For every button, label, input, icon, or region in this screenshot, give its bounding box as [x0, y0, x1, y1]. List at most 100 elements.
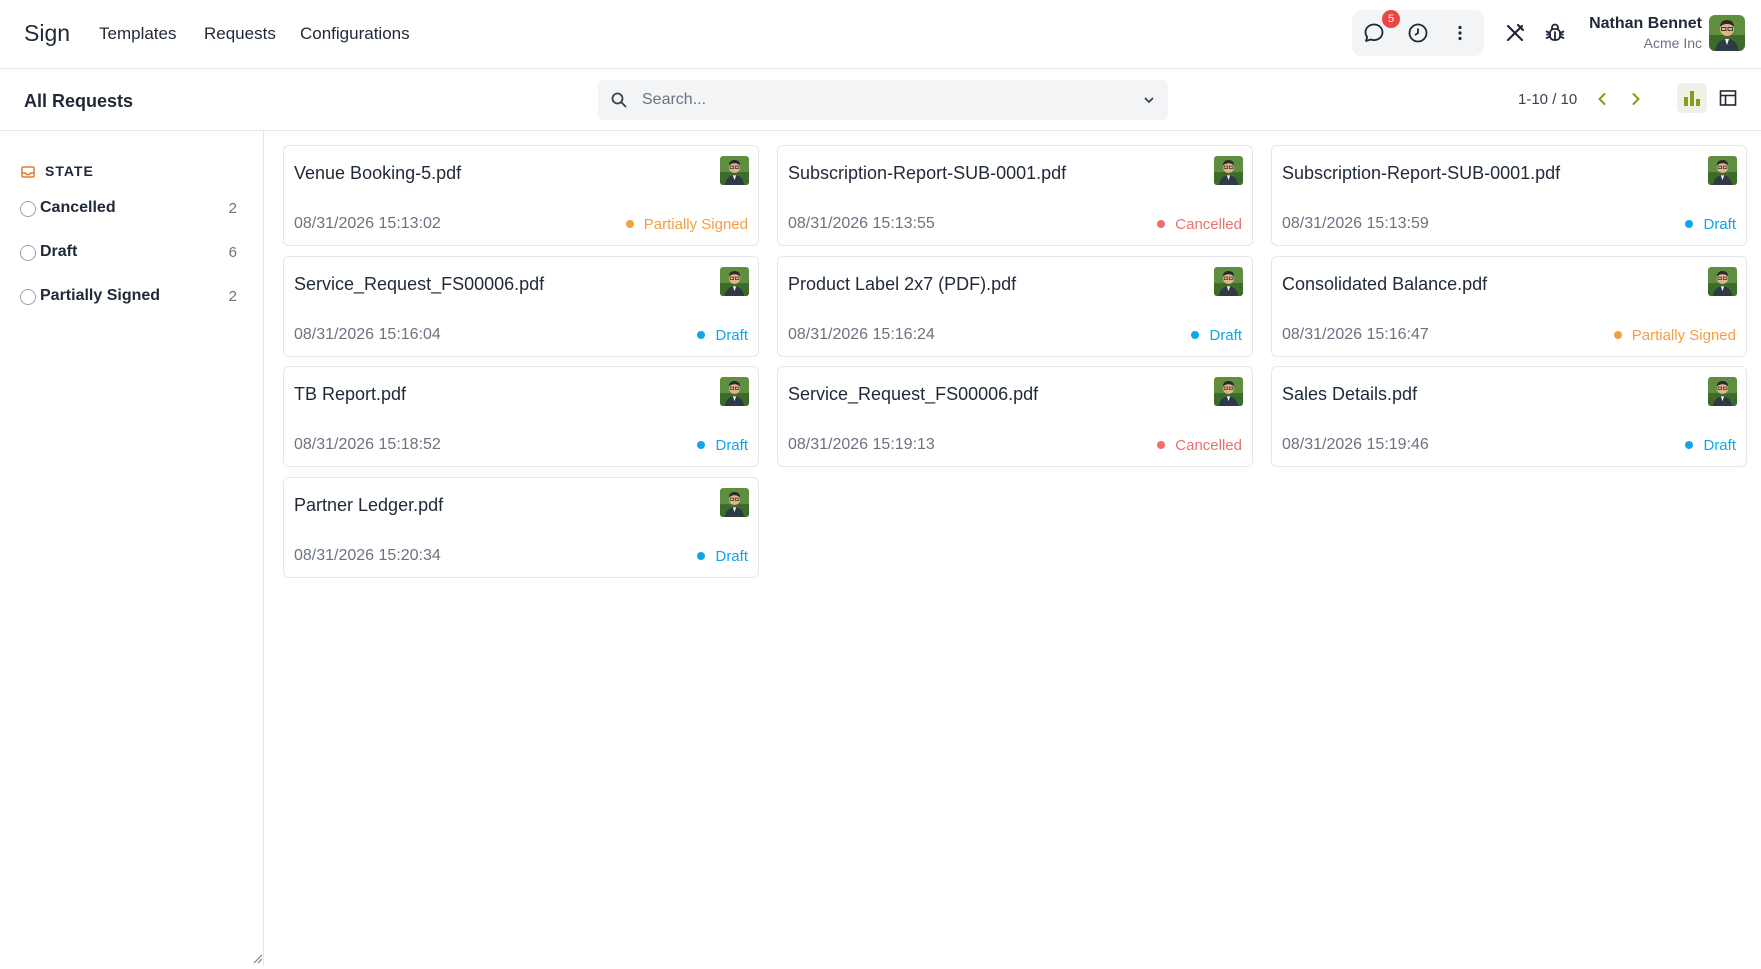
status-dot-icon — [697, 552, 706, 560]
page-title: All Requests — [24, 91, 134, 111]
kanban-view-button[interactable] — [1677, 83, 1707, 113]
card-avatar — [720, 488, 749, 517]
facet-count: 6 — [228, 244, 237, 261]
status-badge: Partially Signed — [625, 216, 748, 233]
status-label: Cancelled — [1175, 437, 1242, 454]
status-badge: Draft — [1685, 437, 1736, 454]
nav-configurations[interactable]: Configurations — [300, 24, 410, 44]
card-title: Sales Details.pdf — [1282, 384, 1418, 404]
request-card[interactable]: TB Report.pdf 08/31/2026 15:18:52 Draft — [283, 366, 759, 467]
card-title: Subscription-Report-SUB-0001.pdf — [788, 163, 1067, 183]
request-card[interactable]: Subscription-Report-SUB-0001.pdf 08/31/20… — [1271, 145, 1747, 246]
status-badge: Draft — [697, 437, 748, 454]
status-dot-icon — [1191, 331, 1200, 339]
card-title: Partner Ledger.pdf — [294, 495, 444, 515]
card-title: Venue Booking-5.pdf — [294, 163, 462, 183]
facet-item-draft[interactable]: Draft 6 — [20, 241, 240, 265]
card-title: Service_Request_FS00006.pdf — [788, 384, 1039, 404]
facet-label: Partially Signed — [40, 287, 161, 304]
request-card[interactable]: Service_Request_FS00006.pdf 08/31/2026 15… — [777, 366, 1253, 467]
request-card[interactable]: Partner Ledger.pdf 08/31/2026 15:20:34 Dra… — [283, 477, 759, 578]
status-badge: Cancelled — [1157, 437, 1242, 454]
debug-bug-icon[interactable] — [1543, 21, 1567, 45]
more-vertical-icon[interactable] — [1448, 21, 1472, 45]
card-date: 08/31/2026 15:16:04 — [294, 326, 441, 343]
pager-previous-button[interactable] — [1592, 89, 1612, 109]
search-panel-sidebar: STATE Cancelled 2 Draft 6 Partially Sign… — [0, 131, 264, 966]
status-label: Draft — [1703, 216, 1736, 233]
facet-item-cancelled[interactable]: Cancelled 2 — [20, 197, 240, 221]
facet-item-partially-signed[interactable]: Partially Signed 2 — [20, 285, 240, 309]
card-title: Service_Request_FS00006.pdf — [294, 274, 545, 294]
search-input[interactable] — [642, 80, 1122, 120]
facet-label: Draft — [40, 243, 78, 260]
request-card[interactable]: Venue Booking-5.pdf 08/31/2026 15:13:02 Pa… — [283, 145, 759, 246]
card-avatar — [720, 377, 749, 406]
nav-templates[interactable]: Templates — [99, 24, 176, 44]
card-date: 08/31/2026 15:16:47 — [1282, 326, 1429, 343]
radio-draft[interactable] — [20, 245, 36, 261]
card-date: 08/31/2026 15:19:13 — [788, 436, 935, 453]
status-label: Partially Signed — [1631, 327, 1736, 344]
resize-handle-icon[interactable] — [251, 951, 263, 964]
messages-icon[interactable] — [1362, 21, 1386, 45]
search-icon — [610, 91, 628, 109]
card-avatar — [1214, 156, 1243, 185]
card-date: 08/31/2026 15:19:46 — [1282, 436, 1429, 453]
status-dot-icon — [1685, 441, 1694, 449]
control-panel: All Requests 1-10 / 10 — [0, 69, 1761, 131]
systray-group: 5 — [1352, 10, 1484, 56]
status-label: Draft — [715, 327, 748, 344]
status-dot-icon — [1157, 441, 1166, 449]
pager-value[interactable]: 1-10 / 10 — [1518, 91, 1577, 108]
user-avatar[interactable] — [1709, 15, 1745, 51]
facet-label: Cancelled — [40, 199, 116, 216]
request-card[interactable]: Product Label 2x7 (PDF).pdf 08/31/2026 15… — [777, 256, 1253, 357]
status-label: Draft — [715, 437, 748, 454]
list-view-button[interactable] — [1713, 83, 1743, 113]
card-avatar — [720, 267, 749, 296]
status-badge: Draft — [1685, 216, 1736, 233]
status-label: Cancelled — [1175, 216, 1242, 233]
app-brand[interactable]: Sign — [24, 20, 70, 47]
card-date: 08/31/2026 15:20:34 — [294, 547, 441, 564]
table-icon — [1719, 90, 1737, 106]
chevron-down-icon[interactable] — [1142, 93, 1156, 107]
radio-cancelled[interactable] — [20, 201, 36, 217]
card-date: 08/31/2026 15:13:59 — [1282, 215, 1429, 232]
status-dot-icon — [697, 331, 706, 339]
card-date: 08/31/2026 15:18:52 — [294, 436, 441, 453]
card-title: Consolidated Balance.pdf — [1282, 274, 1488, 294]
status-dot-icon — [1613, 331, 1622, 339]
request-card[interactable]: Consolidated Balance.pdf 08/31/2026 15:16… — [1271, 256, 1747, 357]
inbox-icon — [21, 166, 35, 178]
request-card[interactable]: Service_Request_FS00006.pdf 08/31/2026 15… — [283, 256, 759, 357]
card-avatar — [1708, 156, 1737, 185]
facet-count: 2 — [228, 288, 237, 305]
user-name[interactable]: Nathan Bennet — [1589, 15, 1702, 33]
card-title: Subscription-Report-SUB-0001.pdf — [1282, 163, 1561, 183]
status-dot-icon — [625, 220, 634, 228]
radio-partially-signed[interactable] — [20, 289, 36, 305]
facet-title: STATE — [45, 163, 94, 179]
card-date: 08/31/2026 15:13:55 — [788, 215, 935, 232]
request-card[interactable]: Sales Details.pdf 08/31/2026 15:19:46 Draf… — [1271, 366, 1747, 467]
activity-clock-icon[interactable] — [1406, 21, 1430, 45]
facet-count: 2 — [228, 200, 237, 217]
card-date: 08/31/2026 15:13:02 — [294, 215, 441, 232]
nav-requests[interactable]: Requests — [204, 24, 276, 44]
notification-badge: 5 — [1382, 10, 1400, 28]
bar-chart-icon — [1684, 91, 1700, 106]
card-title: TB Report.pdf — [294, 384, 407, 404]
request-card[interactable]: Subscription-Report-SUB-0001.pdf 08/31/20… — [777, 145, 1253, 246]
tools-icon[interactable] — [1503, 21, 1527, 45]
card-title: Product Label 2x7 (PDF).pdf — [788, 274, 1017, 294]
user-company: Acme Inc — [1643, 35, 1702, 51]
top-navbar: Sign Templates Requests Configurations 5… — [0, 0, 1761, 69]
status-badge: Draft — [697, 327, 748, 344]
card-avatar — [1214, 267, 1243, 296]
search-bar[interactable] — [598, 80, 1168, 120]
status-badge: Draft — [1191, 327, 1242, 344]
pager-next-button[interactable] — [1626, 89, 1646, 109]
status-label: Draft — [715, 548, 748, 565]
